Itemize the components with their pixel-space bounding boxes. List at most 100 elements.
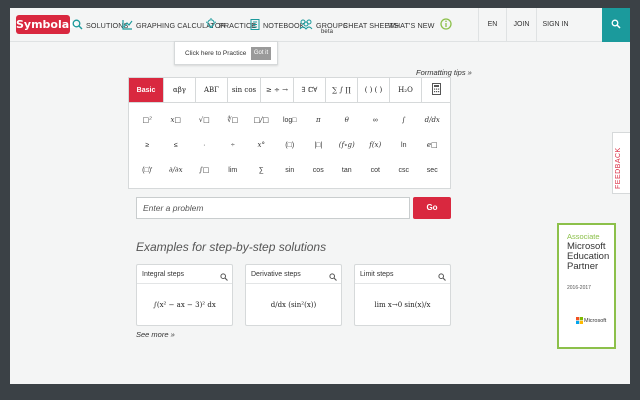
key-row: ≥ ≤ · ÷ x° (□) |□| (f∘g) f(x) ln e□ [133, 134, 447, 159]
key-csc[interactable]: csc [390, 159, 419, 181]
tab-greek-upper[interactable]: ABΓ [196, 78, 228, 102]
key-partial[interactable]: ∂/∂x [162, 159, 191, 181]
key-square[interactable]: □² [133, 109, 162, 131]
key-prime[interactable]: (□)′ [133, 159, 162, 181]
example-card-integral[interactable]: Integral steps ∫(x² − ax − 3)² dx [136, 264, 233, 326]
badge-brand: Microsoft [584, 318, 607, 324]
key-exp[interactable]: e□ [418, 134, 447, 156]
key-pi[interactable]: π [304, 109, 333, 131]
nav-practice[interactable]: PRACTICE [205, 8, 256, 42]
key-cdot[interactable]: · [190, 134, 219, 156]
key-divide[interactable]: ÷ [219, 134, 248, 156]
key-fraction[interactable]: □/□ [247, 109, 276, 131]
key-degree[interactable]: x° [247, 134, 276, 156]
key-nth-root[interactable]: ∜□ [219, 109, 248, 131]
card-header: Derivative steps [246, 265, 341, 284]
go-button[interactable]: Go [413, 197, 451, 219]
logo[interactable]: Symbolab [16, 15, 77, 34]
key-cot[interactable]: cot [361, 159, 390, 181]
card-math: ∫(x² − ax − 3)² dx [153, 301, 216, 309]
card-math: lim x→0 sin(x)/x [374, 301, 431, 309]
see-more-link[interactable]: See more » [136, 330, 175, 339]
page: Symbolab SOLUTIONS GRAPHING CALCULATOR P… [10, 8, 630, 384]
key-row: (□)′ ∂/∂x ∫□ lim ∑ sin cos tan cot csc s… [133, 159, 447, 184]
tab-basic[interactable]: Basic [129, 78, 164, 102]
problem-input[interactable]: Enter a problem [136, 197, 410, 219]
badge-title: Microsoft Education Partner [567, 242, 609, 272]
key-sum[interactable]: ∑ [247, 159, 276, 181]
badge-associate: Associate [567, 232, 600, 241]
feedback-label: FEEDBACK [615, 147, 622, 189]
practice-tooltip: Click here to Practice Got it [174, 41, 278, 65]
nav-groups[interactable]: GROUPS beta [299, 8, 348, 42]
key-definite-integral[interactable]: ∫□ [190, 159, 219, 181]
badge-years: 2016-2017 [567, 285, 591, 291]
tab-greek-lower[interactable]: αβγ [164, 78, 196, 102]
key-function[interactable]: f(x) [361, 134, 390, 156]
tab-trig[interactable]: sin cos [228, 78, 261, 102]
key-tan[interactable]: tan [333, 159, 362, 181]
card-header: Integral steps [137, 265, 232, 284]
key-compose[interactable]: (f∘g) [333, 134, 362, 156]
join-button[interactable]: JOIN [506, 8, 536, 42]
card-title: Limit steps [360, 271, 394, 278]
search-icon [72, 19, 83, 32]
search-button[interactable] [602, 8, 630, 42]
nav-groups-beta: beta [321, 29, 334, 35]
card-title: Derivative steps [251, 271, 301, 278]
graph-icon [122, 19, 133, 32]
tab-operators[interactable]: ≥ ÷ → [261, 78, 294, 102]
key-ln[interactable]: ln [390, 134, 419, 156]
nav-notebook[interactable]: NOTEBOOK [250, 8, 305, 42]
key-theta[interactable]: θ [333, 109, 362, 131]
signin-button[interactable]: SIGN IN [536, 8, 574, 42]
tab-sets[interactable]: ∃ ℂ∀ [294, 78, 326, 102]
example-card-limit[interactable]: Limit steps lim x→0 sin(x)/x [354, 264, 451, 326]
notebook-icon [250, 18, 260, 32]
nav-solutions[interactable]: SOLUTIONS [72, 8, 128, 42]
key-abs[interactable]: |□| [304, 134, 333, 156]
math-keyboard: Basic αβγ ABΓ sin cos ≥ ÷ → ∃ ℂ∀ ∑ ∫ ∏ (… [128, 77, 451, 189]
key-sqrt[interactable]: √□ [190, 109, 219, 131]
key-sin[interactable]: sin [276, 159, 305, 181]
card-math: d/dx (sin²(x)) [270, 301, 317, 309]
key-integral[interactable]: ∫ [390, 109, 419, 131]
microsoft-partner-badge: Associate Microsoft Education Partner 20… [557, 223, 616, 349]
calculator-icon [431, 83, 441, 97]
key-log[interactable]: log□ [276, 109, 305, 131]
keyboard-keys: □² x□ √□ ∜□ □/□ log□ π θ ∞ ∫ d/dx ≥ ≤ · … [133, 109, 447, 184]
tab-calculator[interactable] [422, 78, 450, 102]
formatting-tips-link[interactable]: Formatting tips » [416, 68, 472, 77]
key-cos[interactable]: cos [304, 159, 333, 181]
key-sec[interactable]: sec [418, 159, 447, 181]
badge-line-partner: Partner [567, 261, 599, 272]
microsoft-logo-icon [576, 317, 583, 324]
key-derivative[interactable]: d/dx [418, 109, 447, 131]
key-row: □² x□ √□ ∜□ □/□ log□ π θ ∞ ∫ d/dx [133, 109, 447, 134]
key-leq[interactable]: ≤ [162, 134, 191, 156]
card-header: Limit steps [355, 265, 450, 284]
tooltip-text: Click here to Practice [185, 50, 247, 57]
lightbulb-icon [205, 18, 217, 32]
search-icon [611, 16, 621, 34]
top-nav: Symbolab SOLUTIONS GRAPHING CALCULATOR P… [10, 8, 630, 42]
got-it-button[interactable]: Got it [251, 47, 271, 60]
key-parentheses[interactable]: (□) [276, 134, 305, 156]
key-infinity[interactable]: ∞ [361, 109, 390, 131]
examples-title: Examples for step-by-step solutions [136, 240, 327, 254]
card-title: Integral steps [142, 271, 185, 278]
nav-whats-new-label: WHAT'S NEW [388, 20, 435, 30]
tab-matrix[interactable]: ( ) ( ) [358, 78, 390, 102]
key-geq[interactable]: ≥ [133, 134, 162, 156]
tab-chemistry[interactable]: H₂O [390, 78, 422, 102]
nav-whats-new[interactable]: WHAT'S NEW [388, 8, 455, 42]
lang-button[interactable]: EN [478, 8, 506, 42]
key-lim[interactable]: lim [219, 159, 248, 181]
tab-calculus[interactable]: ∑ ∫ ∏ [326, 78, 358, 102]
groups-icon [299, 19, 313, 32]
feedback-tab[interactable]: FEEDBACK [612, 132, 630, 194]
keyboard-tabs: Basic αβγ ABΓ sin cos ≥ ÷ → ∃ ℂ∀ ∑ ∫ ∏ (… [129, 78, 450, 103]
example-card-derivative[interactable]: Derivative steps d/dx (sin²(x)) [245, 264, 342, 326]
key-power[interactable]: x□ [162, 109, 191, 131]
info-icon [439, 18, 452, 32]
